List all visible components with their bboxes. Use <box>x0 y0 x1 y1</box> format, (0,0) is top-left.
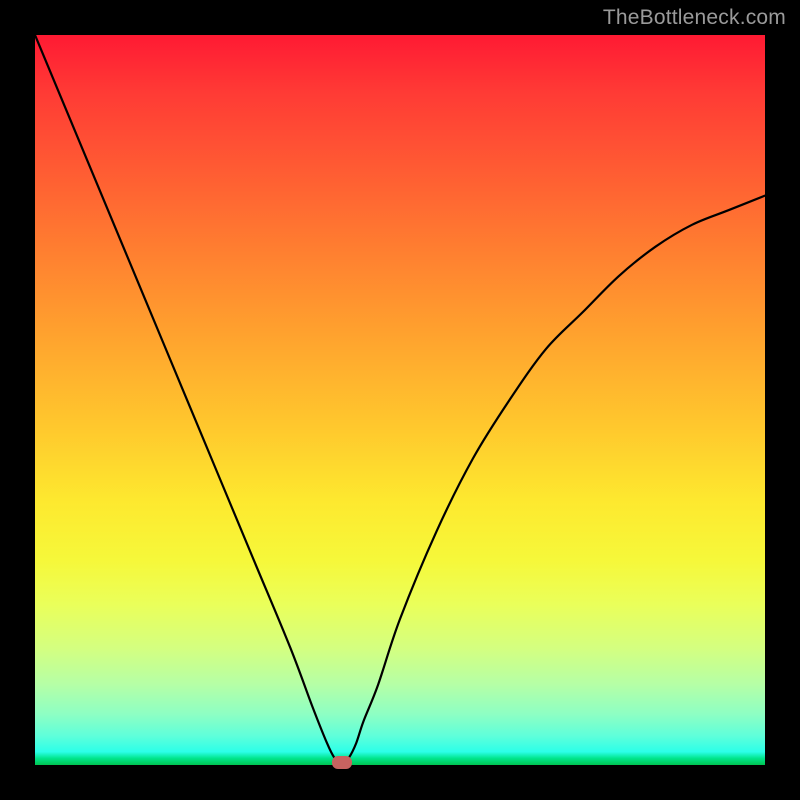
plot-area <box>35 35 765 765</box>
bottleneck-curve <box>35 35 765 765</box>
chart-frame: TheBottleneck.com <box>0 0 800 800</box>
curve-svg <box>35 35 765 765</box>
optimum-marker <box>332 756 352 769</box>
watermark-text: TheBottleneck.com <box>603 6 786 30</box>
